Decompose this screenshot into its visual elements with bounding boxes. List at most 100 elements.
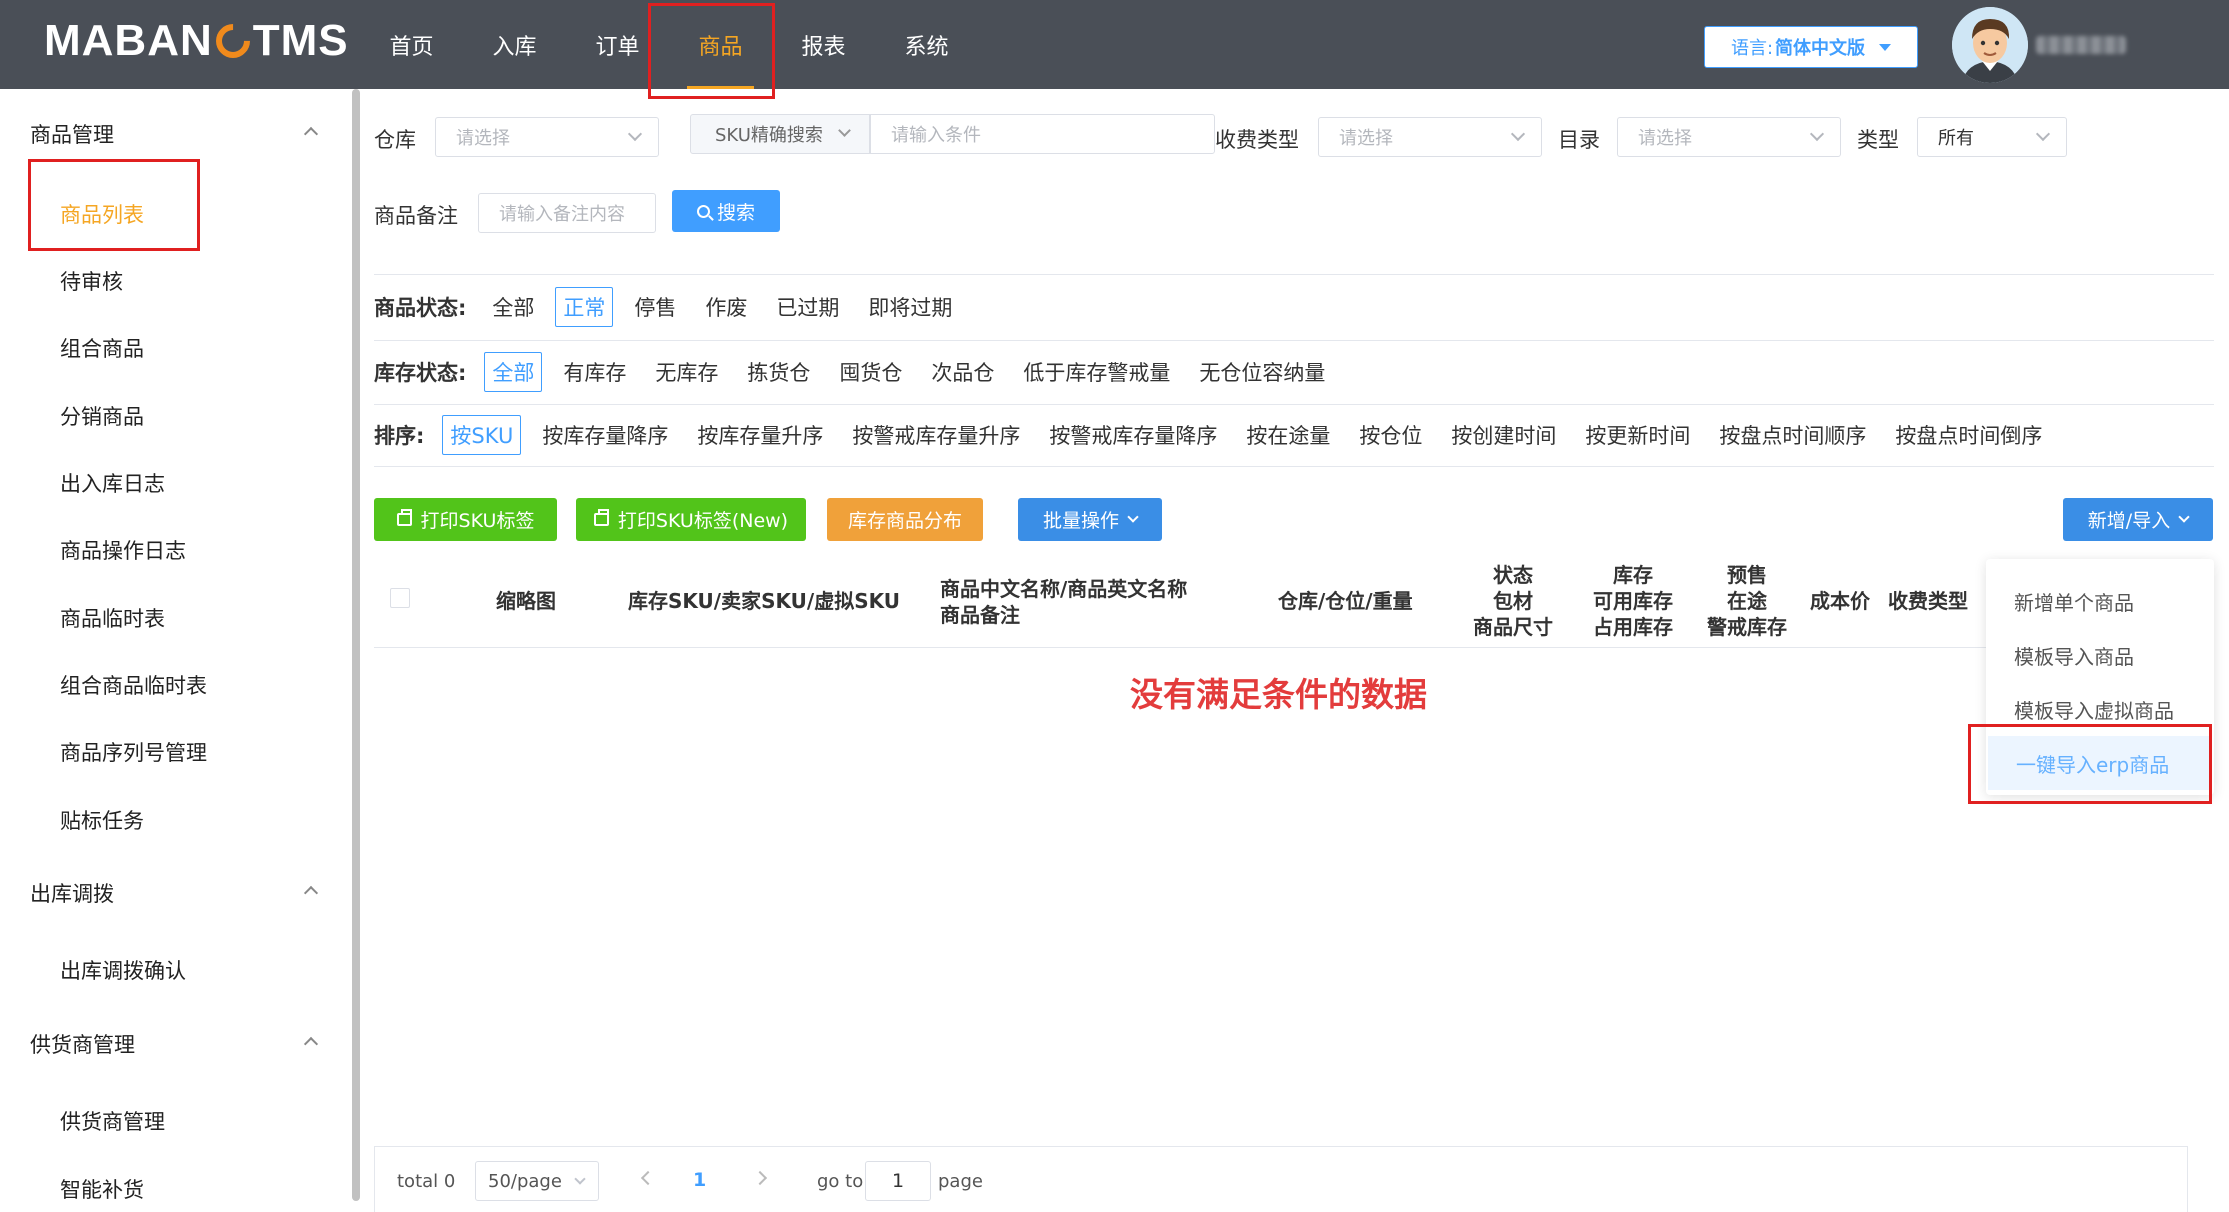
select-all-checkbox[interactable]	[390, 588, 410, 608]
chevron-down-icon	[2178, 511, 2190, 523]
goto-label: go to	[817, 1171, 864, 1192]
sidebar-item-combo-temp-table[interactable]: 组合商品临时表	[60, 670, 207, 700]
menu-import-erp-products[interactable]: 一键导入erp商品	[1988, 736, 2212, 790]
logo: MABAN TMS	[44, 16, 349, 66]
sort-option-alert-asc[interactable]: 按警戒库存量升序	[844, 415, 1028, 455]
product-status-label: 商品状态:	[374, 296, 467, 320]
menu-template-import-product[interactable]: 模板导入商品	[1986, 628, 2214, 682]
stock-distribution-button[interactable]: 库存商品分布	[827, 498, 983, 541]
catalog-select[interactable]: 请选择	[1617, 117, 1841, 157]
col-warehouse: 仓库/仓位/重量	[1278, 589, 1413, 613]
sort-option-stock-desc[interactable]: 按库存量降序	[534, 415, 676, 455]
chevron-down-icon	[1127, 511, 1139, 523]
nav-orders[interactable]: 订单	[566, 0, 669, 89]
stock-status-label: 库存状态:	[374, 361, 467, 385]
next-page-icon[interactable]	[752, 1170, 768, 1186]
sort-option-stock-asc[interactable]: 按库存量升序	[689, 415, 831, 455]
page-number[interactable]: 1	[693, 1169, 706, 1191]
sidebar-item-temp-table[interactable]: 商品临时表	[60, 603, 165, 633]
language-value: 简体中文版	[1775, 38, 1866, 59]
stock-option-storage[interactable]: 囤货仓	[831, 352, 910, 392]
search-button[interactable]: 搜索	[672, 190, 780, 232]
sort-option-in-transit[interactable]: 按在途量	[1238, 415, 1338, 455]
warehouse-select[interactable]: 请选择	[435, 117, 659, 157]
sku-search-mode-select[interactable]: SKU精确搜索	[690, 114, 870, 154]
warehouse-label: 仓库	[374, 128, 416, 152]
fee-type-select[interactable]: 请选择	[1318, 117, 1542, 157]
pagination: total 0 50/page 1 go to 1 page	[374, 1146, 2188, 1212]
sidebar-item-product-list[interactable]: 商品列表	[60, 199, 144, 229]
stock-option-below-alert[interactable]: 低于库存警戒量	[1015, 352, 1178, 392]
sort-option-created[interactable]: 按创建时间	[1443, 415, 1564, 455]
chevron-up-icon[interactable]	[303, 1036, 319, 1052]
sidebar-scrollbar[interactable]	[352, 89, 360, 1201]
sidebar-item-combo-products[interactable]: 组合商品	[60, 333, 144, 363]
status-option-all[interactable]: 全部	[484, 287, 542, 327]
menu-add-single-product[interactable]: 新增单个商品	[1986, 574, 2214, 628]
status-option-stopped[interactable]: 停售	[626, 287, 684, 327]
stock-option-no-stock[interactable]: 无库存	[647, 352, 726, 392]
chevron-down-icon	[1510, 126, 1526, 142]
printer-icon	[593, 509, 609, 526]
nav-products[interactable]: 商品	[669, 0, 772, 89]
nav-home[interactable]: 首页	[360, 0, 463, 89]
divider	[374, 404, 2214, 405]
status-option-expired[interactable]: 已过期	[768, 287, 847, 327]
print-sku-label-new-button[interactable]: 打印SKU标签(New)	[576, 498, 806, 541]
sort-option-inventory-desc[interactable]: 按盘点时间倒序	[1887, 415, 2050, 455]
sidebar: 商品管理 商品列表 待审核 组合商品 分销商品 出入库日志 商品操作日志 商品临…	[0, 89, 344, 1212]
stock-option-all[interactable]: 全部	[484, 352, 543, 392]
sidebar-group-product-management[interactable]: 商品管理	[30, 119, 114, 149]
caret-down-icon	[1879, 43, 1892, 51]
prev-page-icon[interactable]	[640, 1170, 656, 1186]
status-option-void[interactable]: 作废	[697, 287, 755, 327]
sidebar-item-inout-log[interactable]: 出入库日志	[60, 468, 165, 498]
stock-option-picking[interactable]: 拣货仓	[739, 352, 818, 392]
sidebar-item-labeling-tasks[interactable]: 贴标任务	[60, 805, 144, 835]
nav-system[interactable]: 系统	[875, 0, 978, 89]
print-sku-label-button[interactable]: 打印SKU标签	[374, 498, 557, 541]
batch-operation-button[interactable]: 批量操作	[1018, 498, 1162, 541]
add-import-dropdown: 新增单个商品 模板导入商品 模板导入虚拟商品 一键导入erp商品	[1986, 559, 2214, 795]
status-option-expiring[interactable]: 即将过期	[860, 287, 960, 327]
type-select[interactable]: 所有	[1917, 117, 2067, 157]
sort-option-inventory-asc[interactable]: 按盘点时间顺序	[1711, 415, 1874, 455]
sidebar-item-pending-review[interactable]: 待审核	[60, 266, 123, 296]
menu-template-import-virtual[interactable]: 模板导入虚拟商品	[1986, 682, 2214, 736]
sku-search-input[interactable]: 请输入条件	[870, 114, 1215, 154]
language-select[interactable]: 语言: 简体中文版	[1704, 26, 1918, 68]
col-stock: 库存 可用库存 占用库存	[1593, 563, 1673, 639]
sidebar-group-outbound-transfer[interactable]: 出库调拨	[30, 878, 114, 908]
page-size-select[interactable]: 50/page	[475, 1161, 599, 1201]
status-option-normal[interactable]: 正常	[555, 287, 614, 327]
sidebar-item-serial-management[interactable]: 商品序列号管理	[60, 737, 207, 767]
add-import-button[interactable]: 新增/导入	[2063, 498, 2213, 541]
sidebar-item-operation-log[interactable]: 商品操作日志	[60, 535, 186, 565]
search-icon	[696, 204, 710, 218]
stock-option-defective[interactable]: 次品仓	[923, 352, 1002, 392]
chevron-up-icon[interactable]	[303, 126, 319, 142]
sidebar-group-supplier-management[interactable]: 供货商管理	[30, 1029, 135, 1059]
sort-label: 排序:	[374, 424, 425, 448]
stock-option-in-stock[interactable]: 有库存	[555, 352, 634, 392]
user-name-blurred	[2036, 36, 2126, 54]
sort-option-updated[interactable]: 按更新时间	[1577, 415, 1698, 455]
goto-page-input[interactable]: 1	[865, 1161, 931, 1201]
chevron-down-icon	[838, 124, 851, 137]
sidebar-item-supplier-management[interactable]: 供货商管理	[60, 1106, 165, 1136]
product-status-filter: 商品状态: 全部 正常 停售 作废 已过期 即将过期	[374, 287, 973, 327]
sidebar-item-transfer-confirm[interactable]: 出库调拨确认	[60, 955, 186, 985]
nav-inbound[interactable]: 入库	[463, 0, 566, 89]
chevron-up-icon[interactable]	[303, 885, 319, 901]
sidebar-item-distribution-products[interactable]: 分销商品	[60, 401, 144, 431]
remark-input[interactable]: 请输入备注内容	[478, 193, 656, 233]
sidebar-item-smart-replenish[interactable]: 智能补货	[60, 1174, 144, 1204]
col-cost: 成本价	[1810, 589, 1870, 613]
col-sku: 库存SKU/卖家SKU/虚拟SKU	[628, 589, 900, 613]
avatar[interactable]	[1952, 7, 2028, 83]
sort-option-alert-desc[interactable]: 按警戒库存量降序	[1041, 415, 1225, 455]
sort-option-sku[interactable]: 按SKU	[442, 415, 522, 455]
stock-option-no-capacity[interactable]: 无仓位容纳量	[1191, 352, 1333, 392]
sort-option-location[interactable]: 按仓位	[1351, 415, 1430, 455]
nav-reports[interactable]: 报表	[772, 0, 875, 89]
